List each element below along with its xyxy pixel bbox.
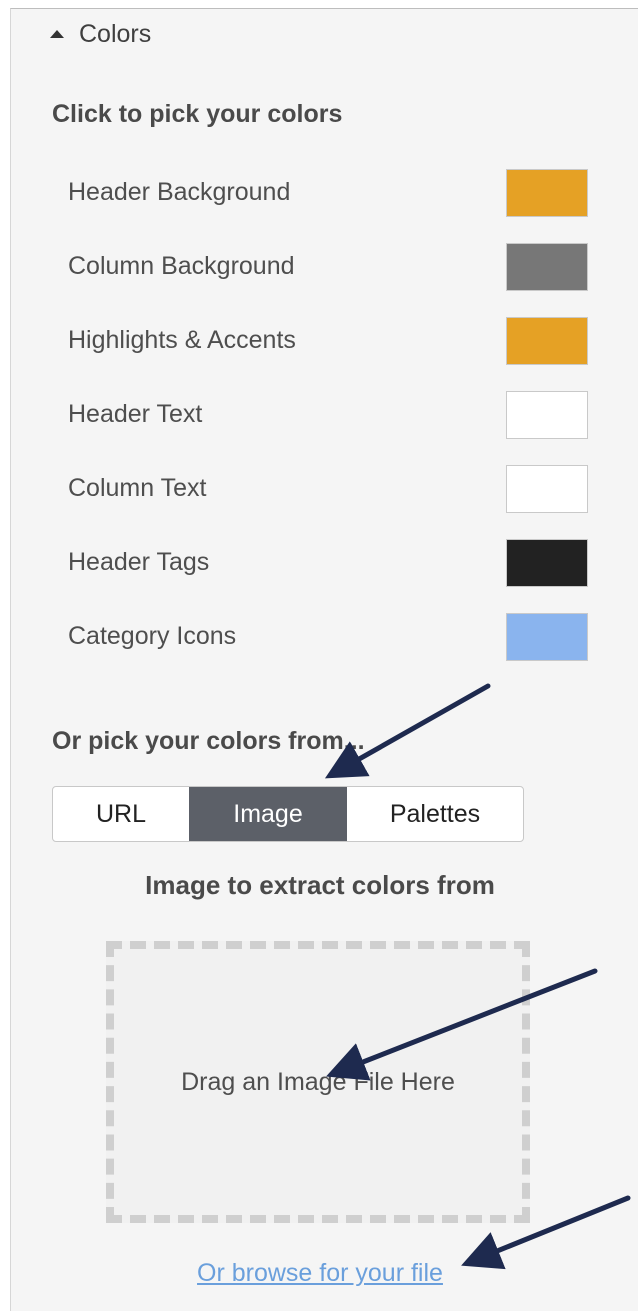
row-label: Header Text xyxy=(68,400,203,428)
caret-up-icon xyxy=(50,30,64,38)
color-row-header-tags: Header Tags xyxy=(68,539,588,589)
row-label: Header Background xyxy=(68,178,291,206)
color-row-category-icons: Category Icons xyxy=(68,613,588,663)
header-tags-swatch[interactable] xyxy=(506,539,588,587)
dropzone-text: Drag an Image File Here xyxy=(181,1067,455,1096)
pick-colors-heading: Click to pick your colors xyxy=(52,100,343,128)
pick-from-heading: Or pick your colors from... xyxy=(52,727,365,755)
tab-image[interactable]: Image xyxy=(189,787,347,841)
column-background-swatch[interactable] xyxy=(506,243,588,291)
row-label: Column Text xyxy=(68,474,207,502)
color-row-header-background: Header Background xyxy=(68,169,588,219)
row-label: Column Background xyxy=(68,252,295,280)
row-label: Header Tags xyxy=(68,548,210,576)
tab-palettes[interactable]: Palettes xyxy=(347,787,523,841)
highlights-accents-swatch[interactable] xyxy=(506,317,588,365)
browse-file-link[interactable]: Or browse for your file xyxy=(0,1259,638,1288)
image-dropzone[interactable]: Drag an Image File Here xyxy=(106,941,530,1223)
header-background-swatch[interactable] xyxy=(506,169,588,217)
color-row-column-text: Column Text xyxy=(68,465,588,515)
tab-url[interactable]: URL xyxy=(53,787,189,841)
category-icons-swatch[interactable] xyxy=(506,613,588,661)
source-tabs: URL Image Palettes xyxy=(52,786,524,842)
row-label: Highlights & Accents xyxy=(68,326,296,354)
column-text-swatch[interactable] xyxy=(506,465,588,513)
color-row-column-background: Column Background xyxy=(68,243,588,293)
header-text-swatch[interactable] xyxy=(506,391,588,439)
section-label: Colors xyxy=(79,19,152,48)
color-row-highlights-accents: Highlights & Accents xyxy=(68,317,588,367)
image-extract-heading: Image to extract colors from xyxy=(145,870,495,900)
row-label: Category Icons xyxy=(68,622,237,650)
color-row-header-text: Header Text xyxy=(68,391,588,441)
colors-section-toggle[interactable]: Colors xyxy=(50,18,151,50)
